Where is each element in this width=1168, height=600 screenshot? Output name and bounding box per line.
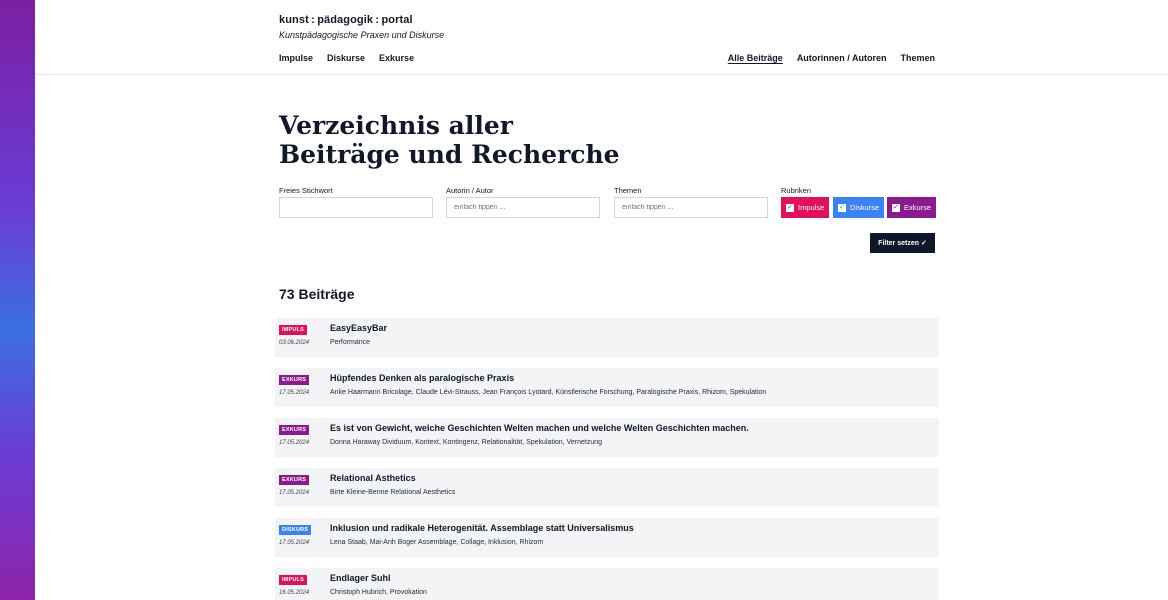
post-title[interactable]: Relational Asthetics <box>330 473 416 483</box>
post-title[interactable]: Hüpfendes Denken als paralogische Praxis <box>330 373 514 383</box>
nav-themen[interactable]: Themen <box>900 53 935 63</box>
secondary-nav: Alle Beiträge Autorinnen / Autoren Theme… <box>728 53 935 63</box>
site-header: kunst : pädagogik : portal Kunstpädagogi… <box>35 0 1168 75</box>
gradient-side-stripe <box>0 0 35 600</box>
rubrik-exkurse-label: Exkurse <box>904 203 932 212</box>
rubrik-impulse-toggle[interactable]: ✓ Impulse <box>781 197 830 218</box>
keyword-input[interactable] <box>279 197 433 218</box>
list-item[interactable]: IMPULS 16.05.2024 Endlager Suhl Christop… <box>275 568 939 600</box>
themes-label: Themen <box>614 186 642 195</box>
post-title[interactable]: Es ist von Gewicht, welche Geschichten W… <box>330 423 749 433</box>
post-meta: Christoph Hubrich, Provokation <box>330 589 427 596</box>
post-meta: Lena Staab, Mai-Anh Boger Assemblage, Co… <box>330 539 544 546</box>
post-date: 17.05.2024 <box>279 390 310 396</box>
post-meta: Performance <box>330 339 371 346</box>
checkbox-checked-icon: ✓ <box>786 203 794 212</box>
page-title: Verzeichnis aller Beiträge und Recherche <box>279 111 620 169</box>
post-date: 17.05.2024 <box>279 440 310 446</box>
rubriken-label: Rubriken <box>781 186 812 195</box>
checkbox-checked-icon: ✓ <box>838 203 846 212</box>
post-date: 03.06.2024 <box>279 340 310 346</box>
rubrik-badge: IMPULS <box>279 575 307 585</box>
nav-alle-beitraege[interactable]: Alle Beiträge <box>728 53 783 63</box>
primary-nav: Impulse Diskurse Exkurse <box>279 53 414 63</box>
rubrik-badge: EXKURS <box>279 475 310 485</box>
list-item[interactable]: DISKURS 17.05.2024 Inklusion und radikal… <box>275 518 939 557</box>
list-item[interactable]: EXKURS 17.05.2024 Es ist von Gewicht, we… <box>275 418 939 457</box>
nav-diskurse[interactable]: Diskurse <box>327 53 365 63</box>
post-date: 17.05.2024 <box>279 540 310 546</box>
list-item[interactable]: IMPULS 03.06.2024 EasyEasyBar Performanc… <box>275 318 939 357</box>
list-item[interactable]: EXKURS 17.05.2024 Hüpfendes Denken als p… <box>275 368 939 407</box>
site-tagline: Kunstpädagogische Praxen und Diskurse <box>279 30 445 40</box>
rubrik-badge: DISKURS <box>279 525 312 535</box>
post-meta: Anke Haarmann Bricolage, Claude Lévi-Str… <box>330 389 767 396</box>
themes-input[interactable] <box>614 197 768 218</box>
nav-impulse[interactable]: Impulse <box>279 53 313 63</box>
rubrik-badge: IMPULS <box>279 325 307 335</box>
author-label: Autorin / Autor <box>446 186 494 195</box>
rubrik-diskurse-toggle[interactable]: ✓ Diskurse <box>833 197 885 218</box>
keyword-label: Freies Stichwort <box>279 186 333 195</box>
author-input[interactable] <box>446 197 600 218</box>
rubrik-badge: EXKURS <box>279 375 310 385</box>
post-date: 17.05.2024 <box>279 490 310 496</box>
rubrik-diskurse-label: Diskurse <box>850 203 880 212</box>
site-logo[interactable]: kunst : pädagogik : portal <box>279 14 413 26</box>
post-date: 16.05.2024 <box>279 590 310 596</box>
rubrik-exkurse-toggle[interactable]: ✓ Exkurse <box>887 197 937 218</box>
post-meta: Birte Kleine-Benne Relational Aesthetics <box>330 489 456 496</box>
filter-submit-button[interactable]: Filter setzen ✓ <box>870 233 935 253</box>
nav-exkurse[interactable]: Exkurse <box>379 53 414 63</box>
list-item[interactable]: EXKURS 17.05.2024 Relational Asthetics B… <box>275 468 939 507</box>
post-title[interactable]: Endlager Suhl <box>330 573 391 583</box>
result-count: 73 Beiträge <box>279 286 355 302</box>
post-title[interactable]: EasyEasyBar <box>330 323 387 333</box>
checkbox-checked-icon: ✓ <box>892 203 900 212</box>
rubrik-impulse-label: Impulse <box>798 203 825 212</box>
post-meta: Donna Haraway Dividuum, Kontext, Konting… <box>330 439 602 446</box>
nav-autorinnen-autoren[interactable]: Autorinnen / Autoren <box>797 53 887 63</box>
post-title[interactable]: Inklusion und radikale Heterogenität. As… <box>330 523 634 533</box>
rubrik-badge: EXKURS <box>279 425 310 435</box>
